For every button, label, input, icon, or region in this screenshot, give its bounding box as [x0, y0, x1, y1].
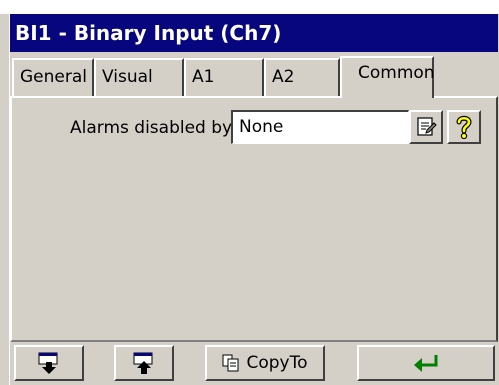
tab-visual-label: Visual: [102, 67, 153, 87]
help-button[interactable]: [447, 110, 481, 144]
enter-arrow-icon: [412, 353, 440, 373]
dialog-window: BI1 - Binary Input (Ch7) General Visual …: [0, 0, 499, 385]
move-down-icon: [37, 351, 61, 375]
tab-general-label: General: [20, 67, 87, 87]
tab-common[interactable]: Common: [340, 56, 435, 98]
copyto-label: CopyTo: [246, 353, 308, 373]
alarms-disabled-label: Alarms disabled by:: [70, 118, 237, 138]
tab-general[interactable]: General: [12, 58, 94, 96]
properties-icon: [415, 116, 437, 138]
window-title: BI1 - Binary Input (Ch7): [10, 14, 498, 52]
tab-common-label: Common: [358, 63, 435, 83]
copy-icon: [222, 354, 240, 372]
move-up-button[interactable]: [114, 345, 174, 381]
alarms-disabled-field[interactable]: None: [231, 110, 409, 144]
tab-a2[interactable]: A2: [264, 58, 340, 96]
enter-button[interactable]: [357, 345, 495, 381]
top-strip: [0, 0, 499, 14]
help-question-icon: [454, 115, 474, 139]
copyto-button[interactable]: CopyTo: [205, 345, 325, 381]
tab-visual[interactable]: Visual: [94, 58, 184, 96]
move-up-icon: [132, 351, 156, 375]
tab-a1[interactable]: A1: [184, 58, 264, 96]
properties-button[interactable]: [409, 110, 443, 144]
left-edge: [0, 14, 10, 385]
tab-a1-label: A1: [192, 67, 215, 87]
tab-a2-label: A2: [272, 67, 295, 87]
move-down-button[interactable]: [14, 345, 84, 381]
